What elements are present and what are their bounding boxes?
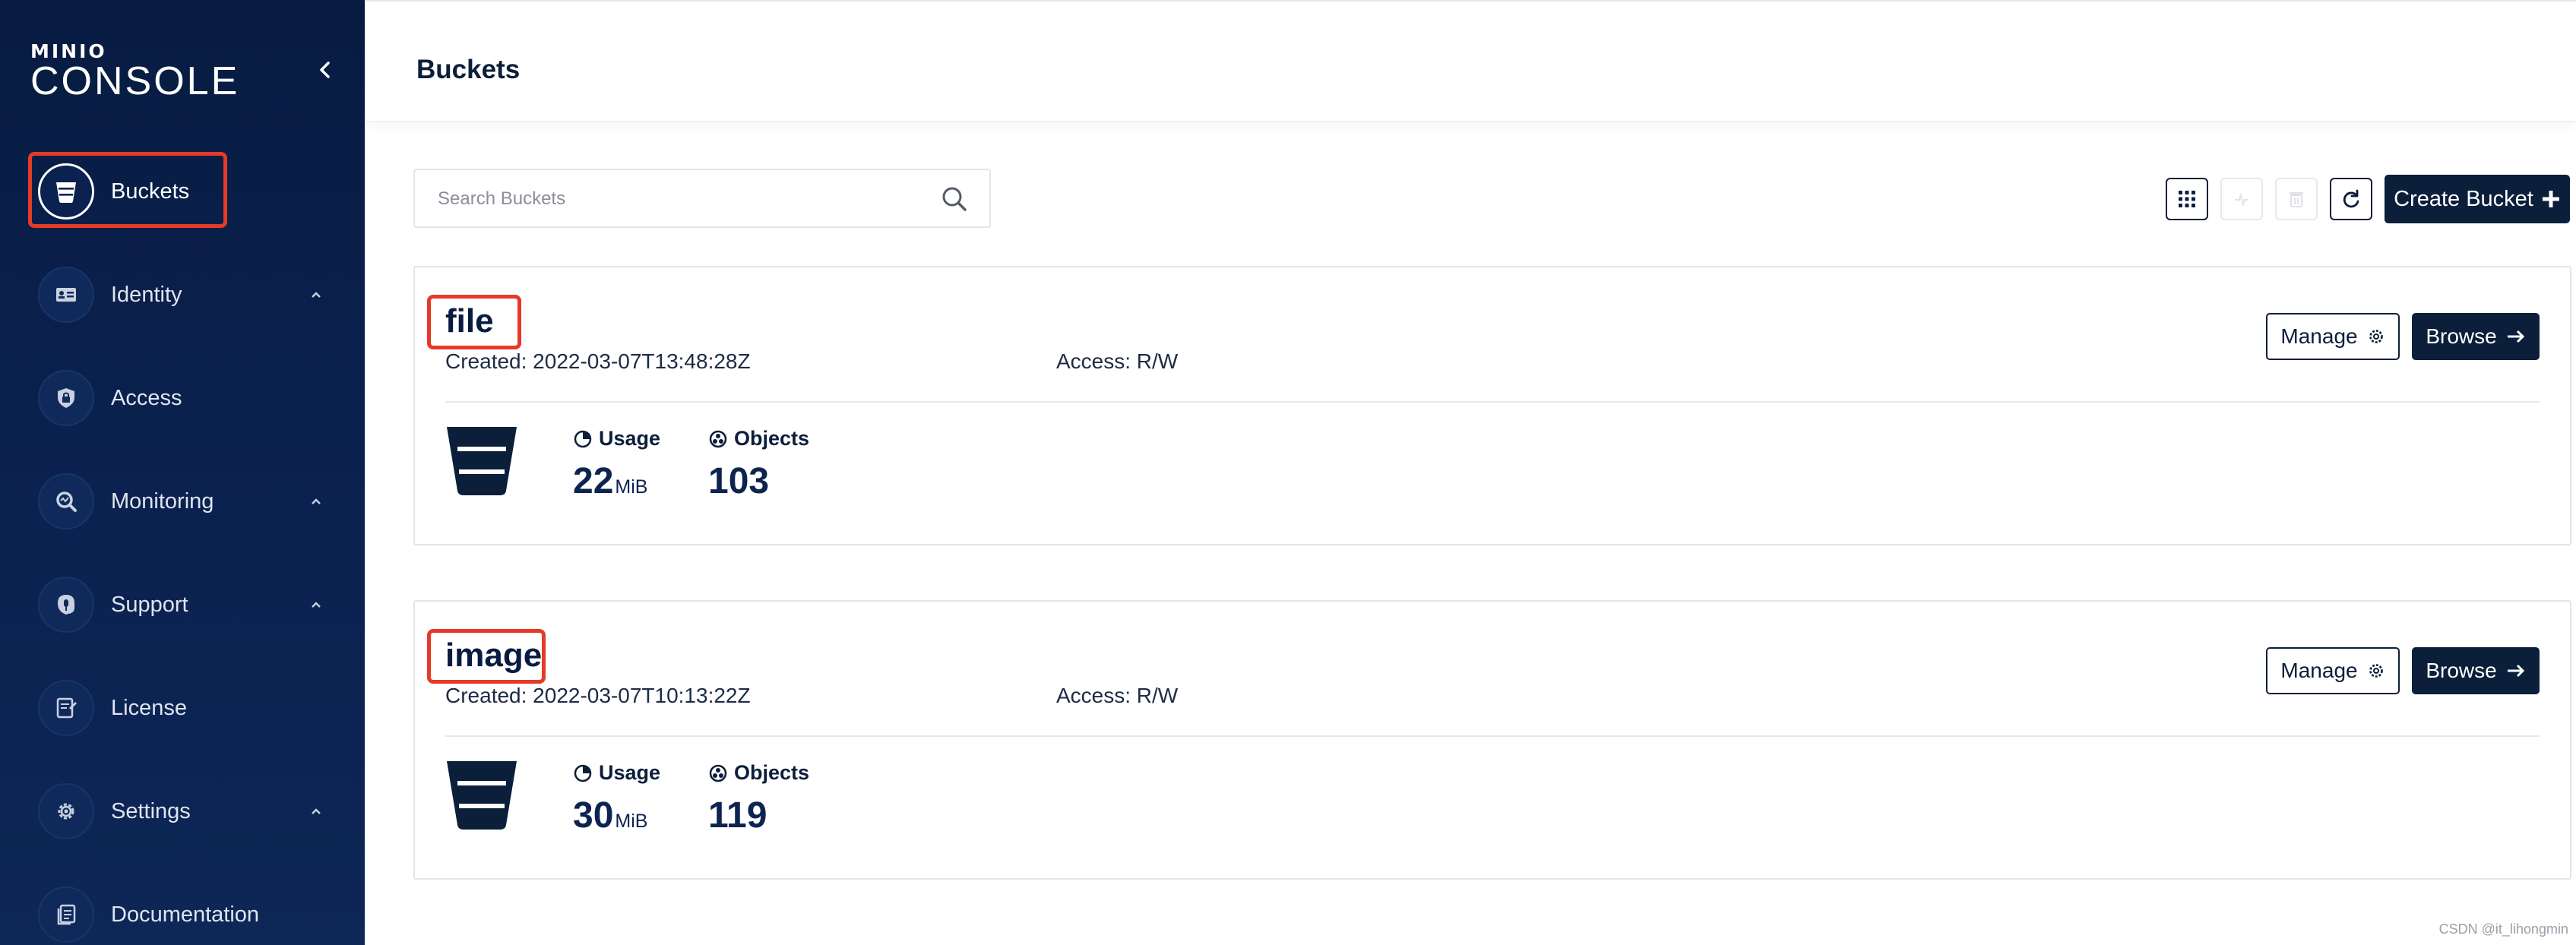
objects-label: Objects (734, 761, 810, 784)
sidebar-item-identity[interactable]: Identity (38, 266, 334, 324)
sidebar-item-buckets[interactable]: Buckets (38, 163, 334, 220)
collapse-sidebar-button[interactable] (310, 55, 340, 85)
gear-icon (2369, 330, 2383, 343)
sidebar-item-label: Buckets (111, 179, 190, 204)
usage-stat: Usage 30MiB (573, 761, 660, 840)
refresh-button[interactable] (2330, 178, 2372, 220)
gear-icon (2369, 664, 2383, 678)
chevron-up-icon[interactable] (305, 284, 327, 305)
sidebar-item-label: Support (111, 592, 188, 617)
sidebar-item-label: Settings (111, 798, 191, 823)
grid-view-button[interactable] (2166, 178, 2208, 220)
bucket-card[interactable]: file Created: 2022-03-07T13:48:28Z Acces… (413, 266, 2571, 545)
logo-product: CONSOLE (30, 59, 240, 103)
search-input[interactable] (438, 184, 924, 214)
license-icon (38, 680, 94, 736)
create-bucket-button[interactable]: Create Bucket (2385, 175, 2570, 223)
objects-stat: Objects 119 (708, 761, 809, 835)
bucket-name[interactable]: file (445, 302, 494, 340)
sidebar-item-label: Monitoring (111, 488, 214, 514)
bucket-name[interactable]: image (445, 637, 542, 675)
id-card-icon (38, 267, 94, 323)
sidebar-item-label: Documentation (111, 902, 260, 927)
chevron-up-icon[interactable] (305, 491, 327, 512)
document-icon (38, 887, 94, 943)
sidebar-item-documentation[interactable]: Documentation (38, 886, 334, 943)
search-icon[interactable] (939, 184, 970, 214)
sidebar-item-label: License (111, 695, 187, 720)
sidebar-item-label: Access (111, 385, 182, 410)
pie-chart-icon (574, 764, 592, 782)
sidebar-item-support[interactable]: Support (38, 576, 334, 634)
plus-icon (2542, 191, 2559, 207)
refresh-icon (2343, 189, 2359, 208)
support-icon (38, 577, 94, 633)
bucket-access: Access: R/W (1056, 349, 1179, 373)
pie-chart-icon (574, 430, 592, 447)
bucket-created-date: Created: 2022-03-07T10:13:22Z (445, 684, 751, 707)
sidebar-item-license[interactable]: License (38, 679, 334, 737)
trash-icon (2290, 192, 2303, 207)
manage-button[interactable]: Manage (2266, 313, 2400, 360)
sidebar-item-access[interactable]: Access (38, 369, 334, 427)
browse-button[interactable]: Browse (2412, 647, 2540, 694)
objects-value: 119 (708, 795, 767, 836)
objects-icon (709, 430, 727, 447)
arrow-right-icon (2507, 664, 2524, 678)
bucket-card[interactable]: image Created: 2022-03-07T10:13:22Z Acce… (413, 600, 2571, 880)
gear-icon (38, 783, 94, 839)
bucket-created-date: Created: 2022-03-07T13:48:28Z (445, 349, 751, 373)
browse-label: Browse (2426, 659, 2497, 682)
search-box (413, 169, 991, 228)
browse-button[interactable]: Browse (2412, 313, 2540, 360)
objects-stat: Objects 103 (708, 427, 809, 501)
create-bucket-label: Create Bucket (2394, 186, 2533, 211)
sidebar-item-monitoring[interactable]: Monitoring (38, 472, 334, 530)
usage-value: 22 (573, 461, 614, 501)
usage-unit: MiB (615, 476, 648, 498)
arrow-right-icon (2507, 330, 2524, 343)
objects-value: 103 (708, 461, 770, 501)
card-divider (445, 735, 2540, 737)
chevron-up-icon[interactable] (305, 594, 327, 615)
usage-value: 30 (573, 795, 614, 836)
usage-unit: MiB (615, 811, 648, 832)
logo-brand: MINIO (30, 40, 107, 62)
bucket-access: Access: R/W (1056, 684, 1179, 707)
sidebar-item-settings[interactable]: Settings (38, 782, 334, 840)
browse-label: Browse (2426, 324, 2497, 348)
manage-label: Manage (2280, 324, 2358, 348)
usage-label: Usage (599, 761, 661, 784)
usage-stat: Usage 22MiB (573, 427, 660, 506)
watermark-text: CSDN @it_lihongmin (2438, 921, 2568, 937)
grid-icon (2179, 191, 2195, 207)
sidebar-item-label: Identity (111, 282, 182, 307)
usage-label: Usage (599, 427, 661, 450)
delete-buckets-button[interactable] (2275, 178, 2318, 220)
magnifier-chart-icon (38, 473, 94, 529)
page-title: Buckets (416, 55, 521, 84)
bucket-icon (38, 163, 94, 220)
sidebar: MINIO CONSOLE Buckets Identity Access Mo (0, 0, 365, 945)
objects-icon (709, 764, 727, 782)
manage-button[interactable]: Manage (2266, 647, 2400, 694)
set-lifecycle-button[interactable] (2220, 178, 2263, 220)
chevron-left-icon (320, 62, 330, 78)
bucket-icon (447, 427, 517, 495)
objects-label: Objects (734, 427, 810, 450)
minio-logo[interactable]: MINIO CONSOLE (30, 40, 240, 103)
page-header: Buckets (365, 0, 2576, 122)
manage-label: Manage (2280, 659, 2358, 682)
lifecycle-icon (2235, 192, 2248, 207)
chevron-up-icon[interactable] (305, 801, 327, 822)
card-divider (445, 401, 2540, 403)
lock-shield-icon (38, 370, 94, 426)
bucket-icon (447, 761, 517, 830)
